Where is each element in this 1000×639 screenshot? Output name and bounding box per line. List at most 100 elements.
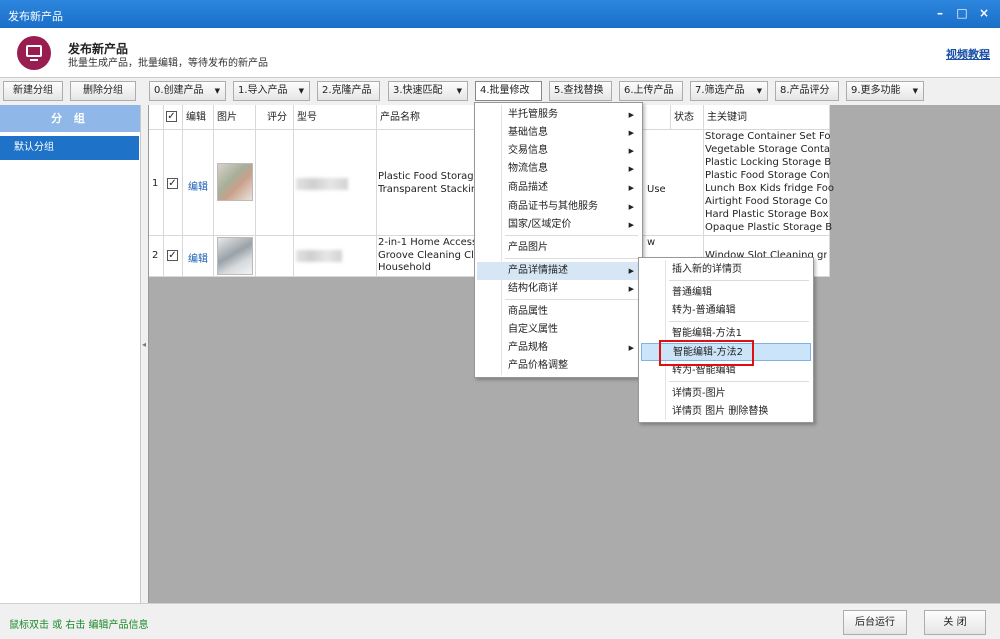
submenu-arrow-icon: ▶ bbox=[628, 111, 634, 119]
submenu-item-normal-edit[interactable]: 普通编辑 bbox=[641, 284, 811, 302]
select-all-checkbox[interactable]: ✓ bbox=[166, 111, 177, 122]
product-name-line: Groove Cleaning Clo bbox=[378, 250, 481, 261]
page-subtitle: 批量生成产品，批量编辑，等待发布的新产品 bbox=[68, 58, 268, 69]
keyword-line: Airtight Food Storage Co bbox=[705, 196, 828, 207]
dropdown-arrow-icon: ▼ bbox=[756, 87, 762, 95]
row-checkbox[interactable]: ✓ bbox=[167, 250, 178, 261]
row-edit-link[interactable]: 编辑 bbox=[188, 250, 208, 265]
menu-item-trade-info[interactable]: 交易信息 ▶ bbox=[477, 142, 640, 160]
submenu-arrow-icon: ▶ bbox=[628, 129, 634, 137]
clone-product-button[interactable]: 2.克隆产品 bbox=[317, 81, 380, 101]
product-name-line: 2-in-1 Home Access bbox=[378, 237, 478, 248]
submenu-arrow-icon: ▶ bbox=[628, 285, 634, 293]
dropdown-arrow-icon: ▼ bbox=[214, 87, 220, 95]
submenu-item-detail-images[interactable]: 详情页-图片 bbox=[641, 385, 811, 403]
col-header-model[interactable]: 型号 bbox=[294, 105, 377, 130]
menu-item-product-images[interactable]: 产品图片 bbox=[477, 239, 640, 257]
menu-item-country-pricing[interactable]: 国家/区域定价 ▶ bbox=[477, 216, 640, 234]
submenu-arrow-icon: ▶ bbox=[628, 344, 634, 352]
find-replace-button[interactable]: 5.查找替换 bbox=[549, 81, 612, 101]
menu-item-product-attributes[interactable]: 商品属性 bbox=[477, 303, 640, 321]
submenu-arrow-icon: ▶ bbox=[628, 165, 634, 173]
status-bar: 鼠标双击 或 右击 编辑产品信息 后台运行 关 闭 bbox=[0, 603, 1000, 639]
menu-item-product-specs[interactable]: 产品规格 ▶ bbox=[477, 339, 640, 357]
import-product-button[interactable]: 1.导入产品 ▼ bbox=[233, 81, 310, 101]
toolbar: 新建分组 删除分组 0.创建产品 ▼ 1.导入产品 ▼ 2.克隆产品 3.快速匹配 ▼… bbox=[0, 78, 1000, 105]
dropdown-arrow-icon: ▼ bbox=[912, 87, 918, 95]
group-header: 分 组 bbox=[0, 105, 140, 132]
quick-match-button[interactable]: 3.快速匹配 ▼ bbox=[388, 81, 468, 101]
submenu-arrow-icon: ▶ bbox=[628, 184, 634, 192]
keyword-line: Vegetable Storage Conta bbox=[705, 144, 831, 155]
row-checkbox[interactable]: ✓ bbox=[167, 178, 178, 189]
status-hint: 鼠标双击 或 右击 编辑产品信息 bbox=[9, 620, 149, 631]
model-value-redacted bbox=[296, 250, 342, 262]
window-title: 发布新产品 bbox=[8, 10, 63, 23]
collapse-arrow-icon[interactable]: ◂ bbox=[142, 340, 146, 349]
submenu-arrow-icon: ▶ bbox=[628, 203, 634, 211]
panel-splitter[interactable]: ◂ bbox=[141, 105, 148, 603]
minimize-icon[interactable]: – bbox=[932, 5, 948, 21]
submenu-arrow-icon: ▶ bbox=[628, 267, 634, 275]
batch-modify-button[interactable]: 4.批量修改 bbox=[475, 81, 542, 101]
select-all-header: ✓ bbox=[164, 105, 183, 130]
title-bar: 发布新产品 – □ × bbox=[0, 0, 1000, 28]
menu-item-custom-attributes[interactable]: 自定义属性 bbox=[477, 321, 640, 339]
video-tutorial-link[interactable]: 视频教程 bbox=[946, 46, 990, 62]
menu-item-price-adjustment[interactable]: 产品价格调整 bbox=[477, 357, 640, 375]
batch-modify-menu: 半托管服务 ▶ 基础信息 ▶ 交易信息 ▶ 物流信息 ▶ 商品描述 ▶ 商品证书与其他服务… bbox=[474, 102, 643, 378]
dropdown-arrow-icon: ▼ bbox=[456, 87, 462, 95]
monitor-logo-icon bbox=[17, 36, 51, 70]
background-run-button[interactable]: 后台运行 bbox=[843, 610, 907, 635]
menu-item-detail-description[interactable]: 产品详情描述 ▶ bbox=[477, 262, 640, 280]
product-thumbnail[interactable] bbox=[217, 237, 253, 275]
delete-group-button[interactable]: 删除分组 bbox=[70, 81, 136, 101]
col-header-status[interactable]: 状态 bbox=[671, 105, 704, 130]
product-thumbnail[interactable] bbox=[217, 163, 253, 201]
model-value-redacted bbox=[296, 178, 348, 190]
group-panel: 分 组 默认分组 bbox=[0, 105, 141, 603]
col-header-keywords[interactable]: 主关键词 bbox=[704, 105, 830, 130]
col-header-image[interactable]: 图片 bbox=[214, 105, 256, 130]
highlight-annotation-box bbox=[659, 340, 754, 366]
submenu-arrow-icon: ▶ bbox=[628, 221, 634, 229]
dropdown-arrow-icon: ▼ bbox=[298, 87, 304, 95]
row-edit-link[interactable]: 编辑 bbox=[188, 178, 208, 193]
filter-product-button[interactable]: 7.筛选产品 ▼ bbox=[690, 81, 768, 101]
product-score-button[interactable]: 8.产品评分 bbox=[775, 81, 839, 101]
product-name-line: Transparent Stacking bbox=[378, 184, 484, 195]
close-button[interactable]: 关 闭 bbox=[924, 610, 986, 635]
menu-item-certificates[interactable]: 商品证书与其他服务 ▶ bbox=[477, 198, 640, 216]
keyword-line: Hard Plastic Storage Box bbox=[705, 209, 829, 220]
submenu-item-detail-images-delete-replace[interactable]: 详情页 图片 删除替换 bbox=[641, 403, 811, 421]
menu-item-product-description[interactable]: 商品描述 ▶ bbox=[477, 179, 640, 197]
maximize-icon[interactable]: □ bbox=[954, 5, 970, 21]
menu-item-logistics-info[interactable]: 物流信息 ▶ bbox=[477, 160, 640, 178]
header: 发布新产品 批量生成产品，批量编辑，等待发布的新产品 视频教程 bbox=[0, 28, 1000, 78]
more-functions-button[interactable]: 9.更多功能 ▼ bbox=[846, 81, 924, 101]
row-index: 1 bbox=[152, 178, 159, 189]
submenu-item-convert-normal-edit[interactable]: 转为-普通编辑 bbox=[641, 302, 811, 320]
keyword-line: Lunch Box Kids fridge Foo bbox=[705, 183, 834, 194]
menu-item-structured-detail[interactable]: 结构化商详 ▶ bbox=[477, 280, 640, 298]
product-name-line: Household bbox=[378, 262, 431, 273]
keyword-line: Plastic Locking Storage B bbox=[705, 157, 832, 168]
col-header-score[interactable]: 评分 bbox=[256, 105, 294, 130]
menu-item-semi-managed[interactable]: 半托管服务 ▶ bbox=[477, 106, 640, 124]
submenu-item-insert-detail-page[interactable]: 插入新的详情页 bbox=[641, 261, 811, 279]
col-header-edit[interactable]: 编辑 bbox=[183, 105, 214, 130]
menu-item-basic-info[interactable]: 基础信息 ▶ bbox=[477, 124, 640, 142]
product-extra-text: w bbox=[647, 237, 656, 248]
row-index: 2 bbox=[152, 250, 159, 261]
keyword-line: Plastic Food Storage Con bbox=[705, 170, 830, 181]
upload-product-button[interactable]: 6.上传产品 bbox=[619, 81, 683, 101]
submenu-arrow-icon: ▶ bbox=[628, 147, 634, 155]
keyword-line: Opaque Plastic Storage B bbox=[705, 222, 833, 233]
product-name-line: Plastic Food Storage bbox=[378, 171, 480, 182]
product-extra-text: Use bbox=[647, 184, 666, 195]
keyword-line: Storage Container Set Fo bbox=[705, 131, 831, 142]
create-product-button[interactable]: 0.创建产品 ▼ bbox=[149, 81, 226, 101]
group-item-default[interactable]: 默认分组 bbox=[0, 136, 139, 160]
new-group-button[interactable]: 新建分组 bbox=[3, 81, 63, 101]
close-icon[interactable]: × bbox=[976, 5, 992, 21]
